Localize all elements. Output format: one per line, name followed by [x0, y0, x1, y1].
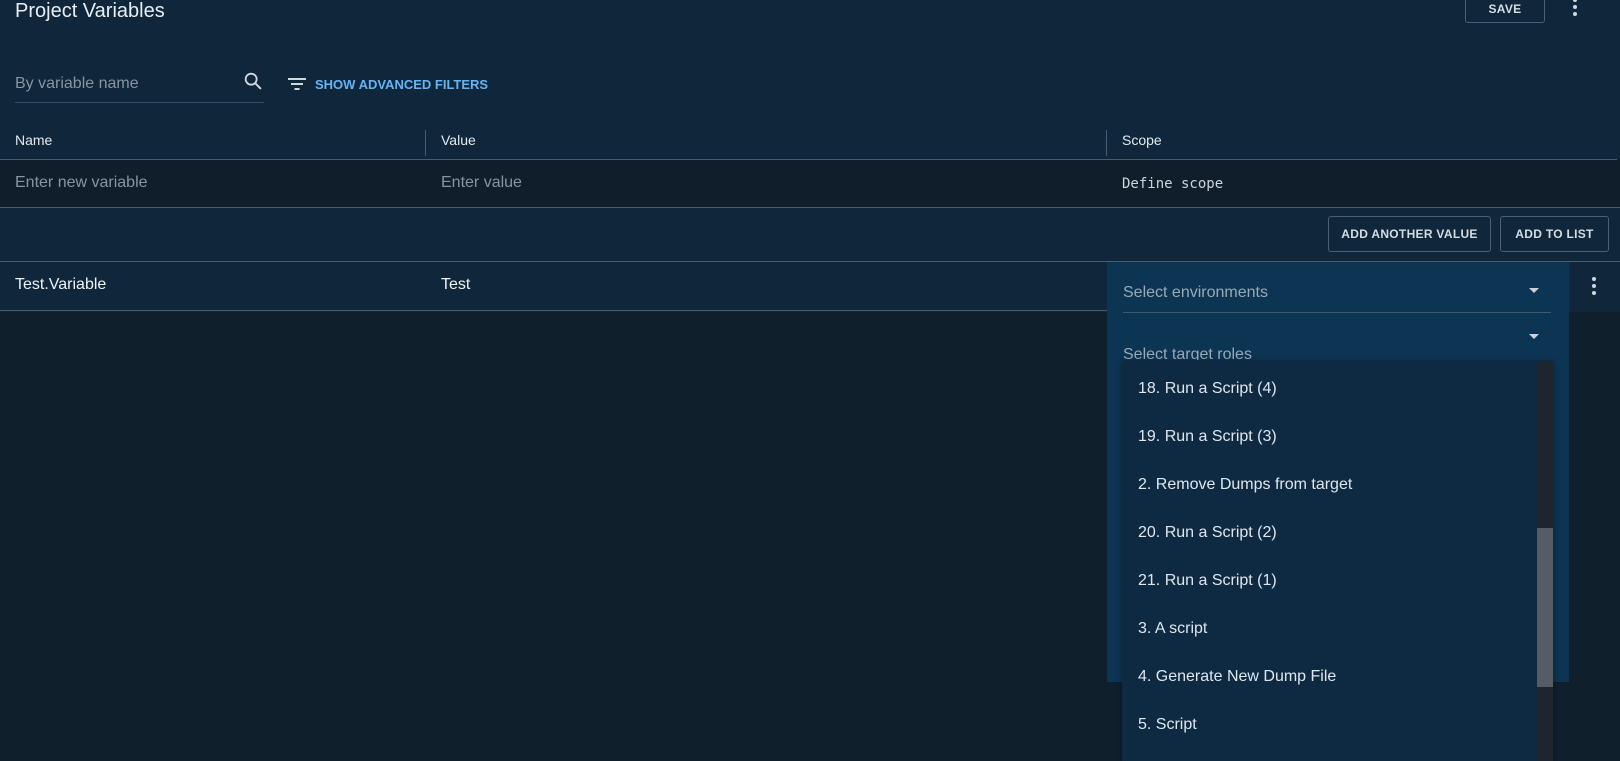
search-input[interactable] [15, 72, 235, 96]
header-more-icon[interactable] [1563, 0, 1587, 19]
new-variable-value-input[interactable]: Enter value [441, 174, 522, 192]
show-advanced-filters-button[interactable]: SHOW ADVANCED FILTERS [287, 76, 488, 92]
variable-name-cell[interactable]: Test.Variable [15, 276, 106, 294]
row-divider [0, 207, 1620, 208]
select-environments-field[interactable]: Select environments [1123, 272, 1551, 313]
filter-icon [288, 78, 306, 90]
column-divider[interactable] [1106, 130, 1107, 156]
add-another-value-button[interactable]: ADD ANOTHER VALUE [1328, 216, 1491, 252]
dropdown-option[interactable]: 3. A script [1138, 620, 1207, 638]
dropdown-scrollbar-thumb[interactable] [1537, 528, 1553, 687]
add-to-list-button[interactable]: ADD TO LIST [1500, 216, 1609, 252]
dropdown-option[interactable]: 4. Generate New Dump File [1138, 668, 1336, 686]
row-more-icon[interactable] [1582, 274, 1606, 298]
variable-value-cell[interactable]: Test [441, 276, 470, 294]
dropdown-option[interactable]: 2. Remove Dumps from target [1138, 476, 1352, 494]
dropdown-option[interactable]: 21. Run a Script (1) [1138, 572, 1277, 590]
dropdown-option[interactable]: 5. Script [1138, 716, 1197, 734]
search-icon[interactable] [242, 70, 264, 92]
column-header-scope: Scope [1122, 132, 1162, 148]
dropdown-option[interactable]: 18. Run a Script (4) [1138, 380, 1277, 398]
arrow-drop-down-icon [1529, 334, 1539, 339]
column-header-name: Name [15, 132, 53, 148]
show-advanced-filters-label: SHOW ADVANCED FILTERS [315, 76, 489, 92]
page-title: Project Variables [15, 0, 165, 22]
target-roles-dropdown[interactable]: 18. Run a Script (4) 19. Run a Script (3… [1122, 360, 1553, 761]
column-header-value: Value [441, 132, 476, 148]
dropdown-option[interactable]: 19. Run a Script (3) [1138, 428, 1277, 446]
dropdown-option[interactable]: 20. Run a Script (2) [1138, 524, 1277, 542]
new-variable-name-input[interactable]: Enter new variable [15, 174, 148, 192]
define-scope-field[interactable]: Define scope [1122, 176, 1223, 192]
column-divider[interactable] [425, 130, 426, 156]
row-divider [0, 310, 1107, 311]
arrow-drop-down-icon [1529, 288, 1539, 293]
select-environments-label: Select environments [1123, 284, 1268, 301]
save-button[interactable]: SAVE [1465, 0, 1545, 23]
search-field [15, 66, 264, 103]
new-variable-row [0, 160, 1620, 207]
